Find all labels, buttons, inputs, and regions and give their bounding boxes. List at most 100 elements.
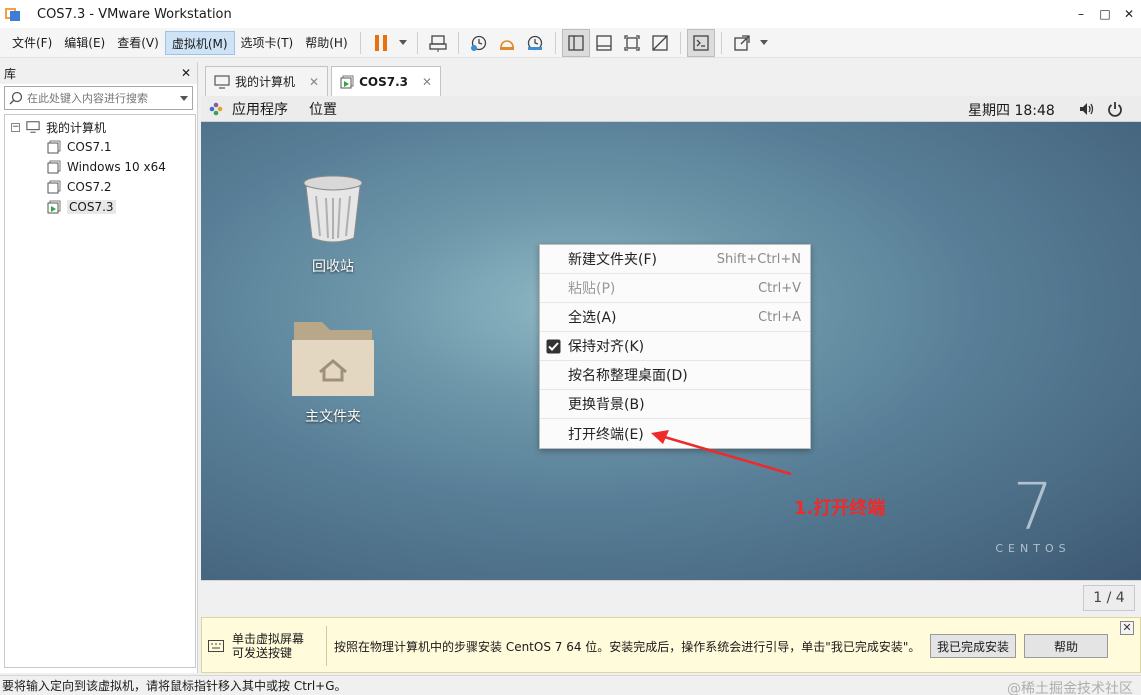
tree-item-vm[interactable]: Windows 10 x64	[5, 157, 195, 177]
toolbar-separator	[359, 31, 361, 54]
checkbox-checked-icon[interactable]	[546, 339, 561, 354]
hint-close-icon[interactable]: ✕	[1120, 621, 1134, 635]
library-search-input[interactable]	[23, 91, 176, 105]
ctx-keep-aligned[interactable]: 保持对齐(K)	[540, 332, 810, 361]
vmware-logo-icon	[5, 6, 21, 22]
menu-vm[interactable]: 虚拟机(M)	[164, 30, 235, 55]
library-view-icon[interactable]	[561, 28, 590, 57]
ctx-change-background[interactable]: 更换背景(B)	[540, 390, 810, 419]
ctx-label: 打开终端(E)	[568, 426, 644, 443]
library-search[interactable]	[4, 86, 193, 110]
install-done-button[interactable]: 我已完成安装	[930, 634, 1016, 658]
menu-view[interactable]: 查看(V)	[111, 31, 165, 55]
tree-item-vm[interactable]: COS7.2	[5, 177, 195, 197]
tree-item-vm[interactable]: COS7.1	[5, 137, 195, 157]
applications-menu[interactable]: 应用程序	[232, 99, 288, 119]
minimize-button[interactable]: –	[1069, 0, 1093, 28]
title-bar: COS7.3 - VMware Workstation – □ ✕	[0, 0, 1141, 28]
status-bar: 要将输入定向到该虚拟机，请将鼠标指针移入其中或按 Ctrl+G。 @稀土掘金技术…	[0, 675, 1141, 695]
snapshot-icon[interactable]	[465, 29, 493, 57]
desktop-home-folder[interactable]: 主文件夹	[289, 316, 377, 426]
menu-edit[interactable]: 编辑(E)	[58, 31, 111, 55]
tree-label: COS7.1	[67, 140, 112, 154]
computer-icon	[214, 74, 230, 89]
trash-icon	[303, 175, 363, 243]
ctx-label: 更换背景(B)	[568, 397, 645, 413]
gnome-logo-icon	[209, 102, 223, 115]
console-view-icon[interactable]	[590, 29, 618, 57]
volume-icon[interactable]	[1079, 101, 1095, 117]
tab-my-computer[interactable]: 我的计算机 ✕	[205, 66, 329, 96]
ctx-label: 按名称整理桌面(D)	[568, 368, 688, 384]
vm-screen[interactable]: 应用程序 位置 星期四 18:48 回收站 主文件夹 新建文件夹(F) Shif…	[201, 96, 1141, 580]
maximize-button[interactable]: □	[1093, 0, 1117, 28]
ctx-label: 全选(A)	[568, 310, 617, 326]
help-button[interactable]: 帮助	[1024, 634, 1108, 658]
menu-tabs[interactable]: 选项卡(T)	[235, 31, 300, 55]
guest-desktop[interactable]: 回收站 主文件夹 新建文件夹(F) Shift+Ctrl+N 粘贴(P) Ctr…	[201, 122, 1141, 580]
search-icon	[9, 91, 23, 105]
fullscreen-dropdown-icon[interactable]	[759, 40, 768, 45]
status-text: 要将输入定向到该虚拟机，请将鼠标指针移入其中或按 Ctrl+G。	[2, 679, 347, 693]
power-dropdown-icon[interactable]	[398, 40, 407, 45]
window-title: COS7.3 - VMware Workstation	[37, 6, 232, 22]
tree-item-my-computer[interactable]: − 我的计算机	[5, 117, 195, 137]
library-close-icon[interactable]: ✕	[181, 66, 191, 80]
keyboard-icon	[208, 640, 224, 652]
ctx-shortcut: Ctrl+V	[758, 280, 801, 296]
ctx-select-all[interactable]: 全选(A) Ctrl+A	[540, 303, 810, 332]
tree-item-vm-running[interactable]: COS7.3	[5, 197, 195, 217]
ctx-shortcut: Shift+Ctrl+N	[716, 251, 801, 267]
library-tree: − 我的计算机 COS7.1 Windows 10 x64 COS7.2 COS…	[4, 114, 196, 668]
menu-file[interactable]: 文件(F)	[6, 31, 58, 55]
search-dropdown-icon[interactable]	[180, 95, 188, 101]
ctx-label: 新建文件夹(F)	[568, 252, 657, 268]
tab-strip: 我的计算机 ✕ COS7.3 ✕	[201, 62, 1141, 96]
install-hint-bar: 单击虚拟屏幕 可发送按键 按照在物理计算机中的步骤安装 CentOS 7 64 …	[201, 617, 1141, 673]
terminal-icon[interactable]	[686, 28, 715, 57]
ctx-new-folder[interactable]: 新建文件夹(F) Shift+Ctrl+N	[540, 245, 810, 274]
snapshot-manager-icon[interactable]	[521, 29, 549, 57]
revert-snapshot-icon[interactable]	[493, 29, 521, 57]
home-folder-icon	[292, 322, 374, 396]
desktop-icon-label: 回收站	[312, 259, 354, 275]
context-menu: 新建文件夹(F) Shift+Ctrl+N 粘贴(P) Ctrl+V 全选(A)…	[539, 244, 811, 449]
ctx-label: 保持对齐(K)	[568, 339, 645, 355]
collapse-icon[interactable]: −	[11, 122, 20, 132]
running-vm-icon	[340, 75, 354, 88]
close-button[interactable]: ✕	[1117, 0, 1141, 28]
tab-label: 我的计算机	[235, 75, 296, 89]
unity-icon[interactable]	[646, 29, 674, 57]
library-panel: 库 ✕ − 我的计算机 COS7.1 Windows 10 x64 COS7.2…	[0, 62, 198, 673]
running-vm-icon	[47, 200, 61, 214]
menu-help[interactable]: 帮助(H)	[299, 31, 353, 55]
annotation-label: 1.打开终端	[794, 498, 886, 519]
centos-logo-number: 7	[1012, 471, 1054, 545]
send-ctrl-alt-del-icon[interactable]	[424, 29, 452, 57]
vm-icon	[47, 140, 61, 154]
tab-close-icon[interactable]: ✕	[422, 75, 432, 89]
gnome-top-bar: 应用程序 位置 星期四 18:48	[201, 96, 1141, 122]
places-menu[interactable]: 位置	[309, 99, 337, 119]
tab-cos73[interactable]: COS7.3 ✕	[331, 66, 442, 96]
tab-label: COS7.3	[359, 74, 408, 89]
fullscreen-icon[interactable]	[728, 29, 756, 57]
desktop-trash[interactable]: 回收站	[295, 174, 371, 276]
centos-logo: 7 CENTOS	[973, 476, 1093, 555]
clock[interactable]: 星期四 18:48	[968, 100, 1055, 120]
power-icon[interactable]	[1107, 101, 1123, 117]
vm-icon	[47, 160, 61, 174]
tab-close-icon[interactable]: ✕	[309, 75, 319, 89]
tree-label: Windows 10 x64	[67, 160, 166, 174]
fit-guest-icon[interactable]	[618, 29, 646, 57]
annotation-arrow-icon	[651, 430, 792, 476]
ctx-sort-by-name[interactable]: 按名称整理桌面(D)	[540, 361, 810, 390]
ctx-shortcut: Ctrl+A	[758, 309, 801, 325]
centos-logo-text: CENTOS	[995, 542, 1071, 555]
pause-icon[interactable]	[367, 29, 395, 57]
hint-click-line2: 可发送按键	[232, 646, 293, 660]
tree-label: 我的计算机	[46, 120, 107, 135]
watermark: @稀土掘金技术社区	[1007, 681, 1133, 695]
tree-label: COS7.3	[67, 200, 116, 214]
computer-icon	[26, 121, 40, 133]
